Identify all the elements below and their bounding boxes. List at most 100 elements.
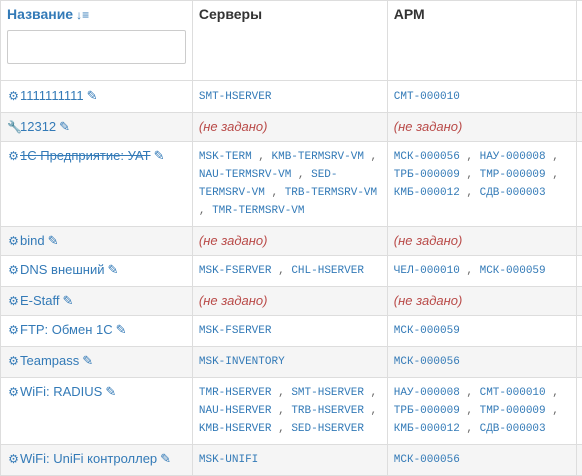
service-name-link[interactable]: FTP: Обмен 1С — [20, 322, 113, 337]
gears-icon: ⚙ — [7, 263, 20, 277]
list-separator: , — [546, 151, 559, 163]
cell-fourth: ( — [576, 378, 582, 445]
cell-name: ⚙1С Предприятие: УАТ✎ — [1, 142, 193, 227]
cell-name: ⚙1111111111✎ — [1, 81, 193, 113]
server-link[interactable]: TRB-HSERVER — [291, 405, 364, 417]
not-set-value: (не задано) — [199, 119, 268, 134]
not-set-value: (не задано) — [199, 293, 268, 308]
arm-link[interactable]: КМБ-000012 — [394, 423, 460, 435]
list-separator: , — [272, 265, 292, 277]
service-name-link[interactable]: WiFi: UniFi контроллер — [20, 451, 157, 466]
edit-pencil-icon[interactable]: ✎ — [116, 322, 127, 338]
server-list: TMR-HSERVER , SMT-HSERVER , NAU-HSERVER … — [199, 384, 381, 438]
service-name-link[interactable]: 12312 — [20, 119, 56, 134]
service-name-link[interactable]: bind — [20, 233, 45, 248]
cell-fourth: ( — [576, 347, 582, 378]
cell-arm: МСК-000056 — [387, 445, 576, 476]
gear-icon: ⚙ — [7, 234, 20, 248]
server-link[interactable]: KMB-HSERVER — [199, 423, 272, 435]
list-separator: , — [460, 265, 480, 277]
arm-link[interactable]: ТМР-000009 — [480, 405, 546, 417]
server-list: MSK-TERM , KMB-TERMSRV-VM , NAU-TERMSRV-… — [199, 148, 381, 220]
server-link[interactable]: TRB-TERMSRV-VM — [285, 187, 377, 199]
server-link[interactable]: SED-HSERVER — [291, 423, 364, 435]
arm-link[interactable]: ТРБ-000009 — [394, 405, 460, 417]
server-link[interactable]: SMT-HSERVER — [199, 91, 272, 103]
list-separator: , — [272, 423, 292, 435]
cell-servers: (не задано) — [192, 227, 387, 256]
service-name-link[interactable]: E-Staff — [20, 293, 60, 308]
service-name-link[interactable]: Teampass — [20, 353, 79, 368]
list-separator: , — [460, 387, 480, 399]
arm-link[interactable]: МСК-000059 — [480, 265, 546, 277]
arm-link[interactable]: СМТ-000010 — [480, 387, 546, 399]
server-link[interactable]: MSK-TERM — [199, 151, 252, 163]
arm-link[interactable]: КМБ-000012 — [394, 187, 460, 199]
server-link[interactable]: MSK-FSERVER — [199, 325, 272, 337]
server-link[interactable]: NAU-HSERVER — [199, 405, 272, 417]
service-name-link[interactable]: 1С Предприятие: УАТ — [20, 148, 151, 163]
arm-link[interactable]: МСК-000056 — [394, 356, 460, 368]
cell-servers: MSK-FSERVER — [192, 316, 387, 347]
arm-link[interactable]: СМТ-000010 — [394, 91, 460, 103]
edit-pencil-icon[interactable]: ✎ — [48, 233, 59, 249]
service-name-link[interactable]: DNS внешний — [20, 262, 105, 277]
col-header-arm[interactable]: АРМ — [387, 1, 576, 81]
server-link[interactable]: TMR-TERMSRV-VM — [212, 205, 304, 217]
server-link[interactable]: SMT-HSERVER — [291, 387, 364, 399]
service-name-link[interactable]: WiFi: RADIUS — [20, 384, 102, 399]
list-separator: , — [546, 405, 559, 417]
list-separator: , — [460, 169, 480, 181]
server-link[interactable]: MSK-UNIFI — [199, 454, 258, 466]
arm-link[interactable]: НАУ-000008 — [394, 387, 460, 399]
server-link[interactable]: CHL-HSERVER — [291, 265, 364, 277]
server-list: MSK-FSERVER , CHL-HSERVER — [199, 262, 381, 280]
col-header-servers[interactable]: Серверы — [192, 1, 387, 81]
list-separator: , — [252, 151, 272, 163]
arm-link[interactable]: ТРБ-000009 — [394, 169, 460, 181]
cell-fourth: ( — [576, 256, 582, 287]
cell-name: ⚙bind✎ — [1, 227, 193, 256]
server-link[interactable]: NAU-TERMSRV-VM — [199, 169, 291, 181]
arm-link[interactable]: СДВ-000003 — [480, 423, 546, 435]
edit-pencil-icon[interactable]: ✎ — [59, 119, 70, 135]
name-filter-input[interactable] — [7, 30, 186, 64]
server-link[interactable]: MSK-FSERVER — [199, 265, 272, 277]
arm-link[interactable]: МСК-000059 — [394, 325, 460, 337]
arm-list: ЧЕЛ-000010 , МСК-000059 — [394, 262, 570, 280]
sort-asc-icon[interactable]: ↓≡ — [76, 8, 89, 22]
arm-link[interactable]: НАУ-000008 — [480, 151, 546, 163]
server-link[interactable]: MSK-INVENTORY — [199, 356, 285, 368]
cell-arm: (не задано) — [387, 227, 576, 256]
arm-link[interactable]: МСК-000056 — [394, 151, 460, 163]
edit-pencil-icon[interactable]: ✎ — [154, 148, 165, 164]
not-set-value: (не задано) — [394, 119, 463, 134]
list-separator: , — [546, 169, 559, 181]
server-link[interactable]: KMB-TERMSRV-VM — [272, 151, 364, 163]
service-name-link[interactable]: 1111111111 — [20, 88, 84, 103]
edit-pencil-icon[interactable]: ✎ — [82, 353, 93, 369]
cell-arm: (не задано) — [387, 113, 576, 142]
sort-by-name-link[interactable]: Название — [7, 6, 73, 22]
list-separator: , — [460, 423, 480, 435]
arm-link[interactable]: ЧЕЛ-000010 — [394, 265, 460, 277]
col-header-fourth[interactable]: Г — [576, 1, 582, 81]
edit-pencil-icon[interactable]: ✎ — [108, 262, 119, 278]
gears-icon: ⚙ — [7, 294, 20, 308]
table-row: ⚙Teampass✎MSK-INVENTORYМСК-000056( — [1, 347, 582, 378]
server-list: MSK-FSERVER — [199, 322, 381, 340]
edit-pencil-icon[interactable]: ✎ — [105, 384, 116, 400]
wrench-icon: 🔧 — [7, 120, 20, 134]
gears-icon: ⚙ — [7, 385, 20, 399]
list-separator: , — [364, 405, 377, 417]
arm-link[interactable]: СДВ-000003 — [480, 187, 546, 199]
cell-fourth: ( — [576, 142, 582, 227]
edit-pencil-icon[interactable]: ✎ — [87, 88, 98, 104]
arm-list: МСК-000056 — [394, 451, 570, 469]
edit-pencil-icon[interactable]: ✎ — [63, 293, 74, 309]
arm-link[interactable]: МСК-000056 — [394, 454, 460, 466]
cell-servers: (не задано) — [192, 287, 387, 316]
arm-link[interactable]: ТМР-000009 — [480, 169, 546, 181]
edit-pencil-icon[interactable]: ✎ — [160, 451, 171, 467]
server-link[interactable]: TMR-HSERVER — [199, 387, 272, 399]
